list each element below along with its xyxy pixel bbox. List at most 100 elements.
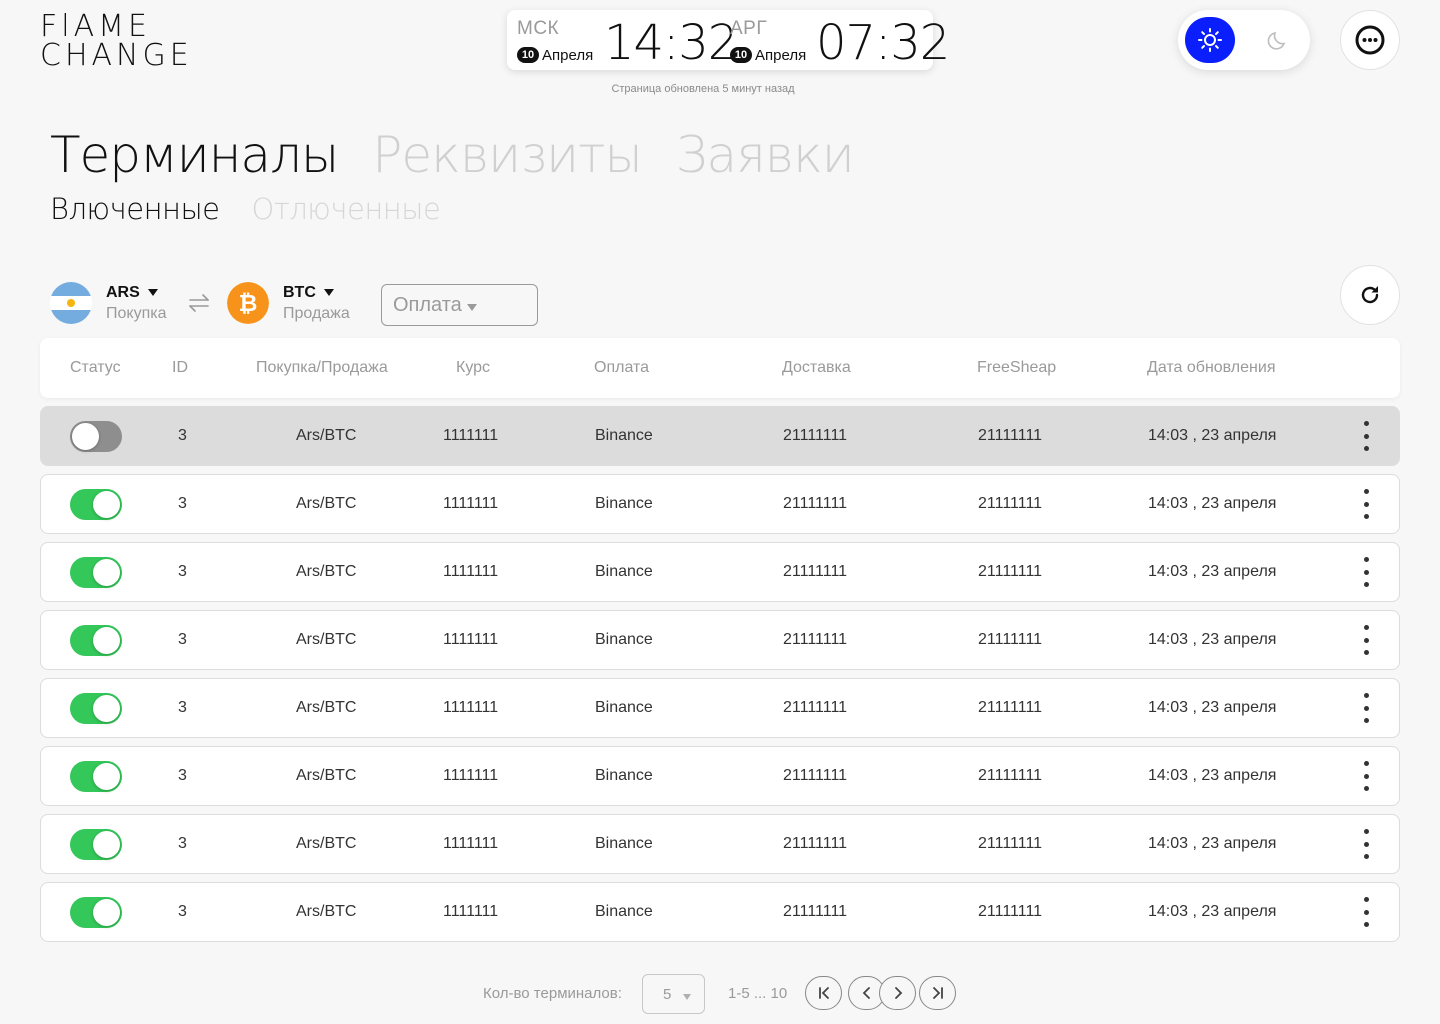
kebab-dot <box>1363 897 1369 902</box>
cell-rate: 1111111 <box>443 631 499 648</box>
swap-icon <box>189 294 209 312</box>
table-row[interactable]: 3 Ars/BTC 1111111 Binance 21111111 21111111 14… <box>40 746 1400 806</box>
sub-tabs: Влюченные Отлюченные <box>50 192 472 226</box>
cell-pair: Ars/BTC <box>296 427 357 444</box>
light-theme-button[interactable] <box>1185 17 1235 63</box>
cell-freesheap: 21111111 <box>978 835 1043 852</box>
status-toggle[interactable] <box>70 829 122 860</box>
brand-logo-line2: CHANGE <box>40 38 193 73</box>
clock-msk-time: 14:32 <box>604 15 738 71</box>
toggle-knob <box>93 695 120 722</box>
cell-pair: Ars/BTC <box>296 767 357 784</box>
row-actions-icon[interactable] <box>1354 895 1378 929</box>
more-icon <box>1355 25 1385 55</box>
cell-pair: Ars/BTC <box>296 631 357 648</box>
cell-id: 3 <box>178 427 187 444</box>
clock-arg-day: 10 <box>730 47 752 63</box>
tab-terminals[interactable]: Терминалы <box>50 126 339 184</box>
cell-rate: 1111111 <box>443 563 499 580</box>
row-actions-icon[interactable] <box>1354 623 1378 657</box>
kebab-dot <box>1363 922 1369 927</box>
row-actions-icon[interactable] <box>1354 759 1378 793</box>
brand-logo[interactable]: FlAME CHANGE <box>40 12 193 73</box>
prev-page-icon <box>862 987 870 999</box>
row-actions-icon[interactable] <box>1354 555 1378 589</box>
page-size-select[interactable]: 5 <box>642 974 705 1014</box>
theme-switch[interactable] <box>1178 10 1310 70</box>
cell-payment: Binance <box>595 835 653 852</box>
kebab-dot <box>1363 557 1369 562</box>
kebab-dot <box>1363 421 1369 426</box>
row-actions-icon[interactable] <box>1354 691 1378 725</box>
cell-payment: Binance <box>595 495 653 512</box>
page-range: 1-5 ... 10 <box>728 985 788 1002</box>
more-menu-button[interactable] <box>1340 10 1400 70</box>
cell-payment: Binance <box>595 631 653 648</box>
table-row[interactable]: 3 Ars/BTC 1111111 Binance 21111111 21111111 14… <box>40 474 1400 534</box>
col-pair[interactable]: Покупка/Продажа <box>256 359 388 377</box>
tab-requests[interactable]: Заявки <box>676 126 855 184</box>
swap-currencies-button[interactable] <box>186 290 212 316</box>
cell-rate: 1111111 <box>443 427 499 444</box>
status-toggle[interactable] <box>70 761 122 792</box>
table-row[interactable]: 3 Ars/BTC 1111111 Binance 21111111 21111111 14… <box>40 882 1400 942</box>
cell-id: 3 <box>178 699 187 716</box>
col-updated[interactable]: Дата обновления <box>1147 359 1275 377</box>
cell-updated: 14:03 , 23 апреля <box>1148 427 1277 444</box>
col-delivery[interactable]: Доставка <box>782 359 851 377</box>
page-size-label: Кол-во терминалов: <box>483 985 622 1002</box>
col-freesheap[interactable]: FreeSheap <box>977 359 1056 377</box>
sell-currency-role: Продажа <box>283 305 350 322</box>
col-status[interactable]: Статус <box>70 359 121 377</box>
cell-freesheap: 21111111 <box>978 767 1043 784</box>
cell-rate: 1111111 <box>443 699 499 716</box>
toggle-knob <box>72 423 99 450</box>
row-actions-icon[interactable] <box>1354 827 1378 861</box>
cell-rate: 1111111 <box>443 903 499 920</box>
chevron-down-icon <box>683 994 691 1000</box>
kebab-dot <box>1363 433 1369 439</box>
status-toggle[interactable] <box>70 693 122 724</box>
status-toggle[interactable] <box>70 897 122 928</box>
table-row[interactable]: 3 Ars/BTC 1111111 Binance 21111111 21111111 14… <box>40 678 1400 738</box>
subtab-disabled[interactable]: Отлюченные <box>252 192 441 226</box>
cell-freesheap: 21111111 <box>978 631 1043 648</box>
table-row[interactable]: 3 Ars/BTC 1111111 Binance 21111111 21111111 14… <box>40 406 1400 466</box>
payment-method-select[interactable]: Оплата <box>381 284 538 326</box>
table-row[interactable]: 3 Ars/BTC 1111111 Binance 21111111 21111111 14… <box>40 542 1400 602</box>
subtab-enabled[interactable]: Влюченные <box>50 192 220 226</box>
cell-updated: 14:03 , 23 апреля <box>1148 699 1277 716</box>
next-page-button[interactable] <box>879 976 916 1010</box>
refresh-button[interactable] <box>1340 265 1400 325</box>
dark-theme-button[interactable] <box>1263 25 1293 55</box>
cell-updated: 14:03 , 23 апреля <box>1148 495 1277 512</box>
buy-currency-code: ARS <box>106 284 158 302</box>
kebab-dot <box>1363 786 1369 791</box>
table-row[interactable]: 3 Ars/BTC 1111111 Binance 21111111 21111111 14… <box>40 814 1400 874</box>
status-toggle[interactable] <box>70 421 122 452</box>
status-toggle[interactable] <box>70 557 122 588</box>
cell-pair: Ars/BTC <box>296 903 357 920</box>
clock-msk-code: МСК <box>517 18 560 39</box>
status-toggle[interactable] <box>70 625 122 656</box>
cell-delivery: 21111111 <box>783 835 848 852</box>
col-payment[interactable]: Оплата <box>594 359 649 377</box>
svg-text:₿: ₿ <box>239 291 258 317</box>
tab-requisites[interactable]: Реквизиты <box>372 126 642 184</box>
cell-pair: Ars/BTC <box>296 699 357 716</box>
col-id[interactable]: ID <box>172 359 188 377</box>
cell-payment: Binance <box>595 699 653 716</box>
last-page-button[interactable] <box>919 976 956 1010</box>
kebab-dot <box>1363 637 1369 643</box>
first-page-button[interactable] <box>805 976 842 1010</box>
first-page-icon <box>818 987 829 999</box>
clock-arg-code: АРГ <box>730 18 768 39</box>
cell-updated: 14:03 , 23 апреля <box>1148 563 1277 580</box>
row-actions-icon[interactable] <box>1354 487 1378 521</box>
cell-payment: Binance <box>595 767 653 784</box>
col-rate[interactable]: Курс <box>456 359 490 377</box>
row-actions-icon[interactable] <box>1354 419 1378 453</box>
cell-pair: Ars/BTC <box>296 563 357 580</box>
table-row[interactable]: 3 Ars/BTC 1111111 Binance 21111111 21111111 14… <box>40 610 1400 670</box>
status-toggle[interactable] <box>70 489 122 520</box>
